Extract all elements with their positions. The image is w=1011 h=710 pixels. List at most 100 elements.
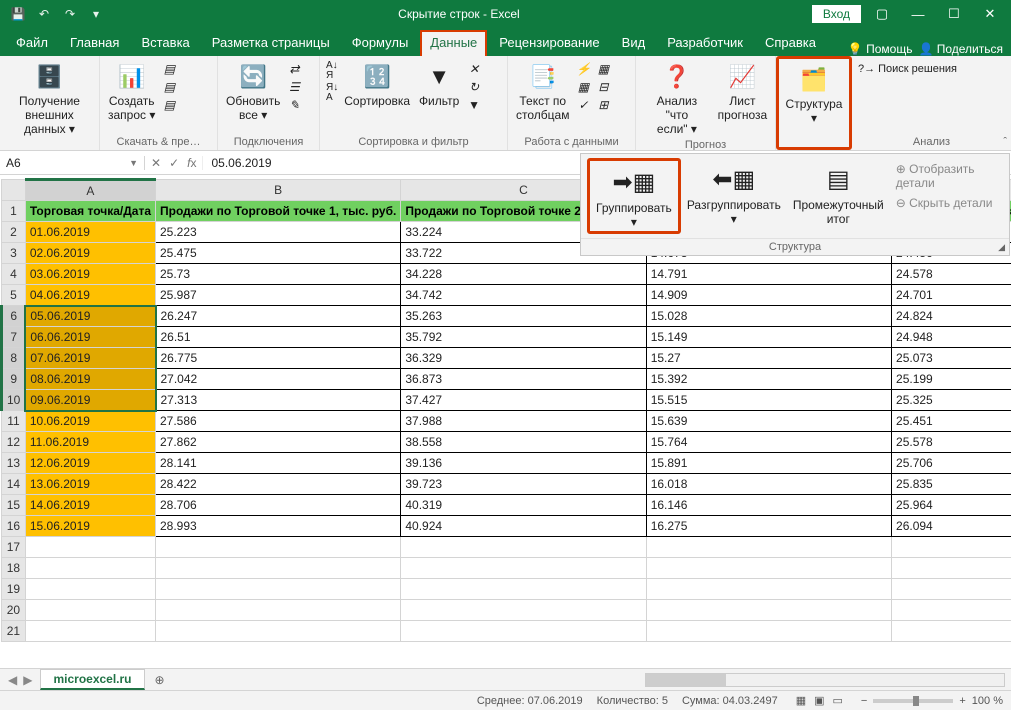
save-icon[interactable]: 💾 <box>8 7 28 21</box>
cell[interactable]: 16.275 <box>646 516 891 537</box>
tab-layout[interactable]: Разметка страницы <box>202 30 340 56</box>
cell[interactable]: 13.06.2019 <box>25 474 155 495</box>
row-header[interactable]: 9 <box>2 369 26 390</box>
cell[interactable]: 01.06.2019 <box>25 222 155 243</box>
cell[interactable]: 24.701 <box>892 285 1011 306</box>
row-header[interactable]: 3 <box>2 243 26 264</box>
row-header[interactable]: 10 <box>2 390 26 411</box>
sort-asc-button[interactable]: A↓ Я <box>326 61 338 81</box>
zoom-control[interactable]: −+100 % <box>861 695 1003 707</box>
show-detail-button[interactable]: ⊕ Отобразить детали <box>896 162 997 190</box>
cell[interactable] <box>646 558 891 579</box>
cell[interactable]: 28.141 <box>156 453 401 474</box>
hide-detail-button[interactable]: ⊖ Скрыть детали <box>896 196 997 210</box>
row-header[interactable]: 15 <box>2 495 26 516</box>
cell[interactable]: 15.27 <box>646 348 891 369</box>
chevron-down-icon[interactable]: ▼ <box>129 158 138 168</box>
cell[interactable]: 06.06.2019 <box>25 327 155 348</box>
cell[interactable]: 15.891 <box>646 453 891 474</box>
cell[interactable] <box>892 600 1011 621</box>
add-sheet-button[interactable]: ⊕ <box>145 673 175 687</box>
row-header[interactable]: 20 <box>2 600 26 621</box>
cell[interactable]: 27.042 <box>156 369 401 390</box>
manage-data-model-button[interactable]: ⊞ <box>595 97 611 113</box>
cell[interactable]: 14.791 <box>646 264 891 285</box>
sort-button[interactable]: 🔢Сортировка <box>340 59 414 111</box>
remove-duplicates-button[interactable]: ▦ <box>575 79 591 95</box>
sheet-tab-active[interactable]: microexcel.ru <box>40 669 144 690</box>
cell[interactable]: 15.764 <box>646 432 891 453</box>
cell[interactable] <box>646 537 891 558</box>
cell[interactable]: 24.824 <box>892 306 1011 327</box>
cell[interactable]: 27.862 <box>156 432 401 453</box>
row-header[interactable]: 4 <box>2 264 26 285</box>
page-break-view-icon[interactable]: ▭ <box>829 695 847 707</box>
login-button[interactable]: Вход <box>812 5 861 23</box>
cell[interactable] <box>401 579 646 600</box>
consolidate-button[interactable]: ▦ <box>595 61 611 77</box>
refresh-all-button[interactable]: 🔄Обновить все ▾ <box>222 59 284 125</box>
cell[interactable]: 03.06.2019 <box>25 264 155 285</box>
cell[interactable]: 26.247 <box>156 306 401 327</box>
cell[interactable]: 39.136 <box>401 453 646 474</box>
cell[interactable] <box>892 621 1011 642</box>
row-header[interactable]: 2 <box>2 222 26 243</box>
horizontal-scrollbar[interactable] <box>175 673 1011 687</box>
share-button[interactable]: 👤 Поделиться <box>918 42 1003 56</box>
sort-desc-button[interactable]: Я↓ A <box>326 83 338 103</box>
sheet-nav-prev-icon[interactable]: ◀ <box>8 673 17 687</box>
cell[interactable] <box>156 621 401 642</box>
properties-button[interactable]: ☰ <box>286 79 302 95</box>
cell[interactable]: 25.964 <box>892 495 1011 516</box>
cell[interactable]: 15.06.2019 <box>25 516 155 537</box>
cell[interactable]: 04.06.2019 <box>25 285 155 306</box>
row-header[interactable]: 11 <box>2 411 26 432</box>
ribbon-display-icon[interactable]: ▢ <box>867 6 897 22</box>
cell[interactable] <box>892 558 1011 579</box>
cell[interactable]: 26.51 <box>156 327 401 348</box>
cell[interactable]: 25.199 <box>892 369 1011 390</box>
row-header[interactable]: 12 <box>2 432 26 453</box>
cell[interactable]: 26.094 <box>892 516 1011 537</box>
connections-button[interactable]: ⇄ <box>286 61 302 77</box>
row-header[interactable]: 13 <box>2 453 26 474</box>
cell[interactable] <box>646 579 891 600</box>
cell[interactable]: 34.742 <box>401 285 646 306</box>
solver-button[interactable]: ?→ Поиск решения <box>858 63 957 75</box>
cell[interactable]: 38.558 <box>401 432 646 453</box>
tell-me[interactable]: 💡 Помощь <box>848 42 913 56</box>
redo-icon[interactable]: ↷ <box>60 7 80 21</box>
row-header[interactable]: 21 <box>2 621 26 642</box>
cell[interactable]: 25.835 <box>892 474 1011 495</box>
data-validation-button[interactable]: ✓ <box>575 97 591 113</box>
row-header[interactable]: 7 <box>2 327 26 348</box>
forecast-sheet-button[interactable]: 📈Лист прогноза <box>714 59 771 125</box>
cell[interactable] <box>156 558 401 579</box>
cell[interactable]: 16.018 <box>646 474 891 495</box>
cell[interactable] <box>401 621 646 642</box>
row-header[interactable]: 6 <box>2 306 26 327</box>
cell[interactable]: 15.149 <box>646 327 891 348</box>
flash-fill-button[interactable]: ⚡ <box>575 61 591 77</box>
fx-icon[interactable]: fx <box>187 156 196 170</box>
cell[interactable]: 15.515 <box>646 390 891 411</box>
tab-data[interactable]: Данные <box>420 30 487 56</box>
cell[interactable] <box>646 600 891 621</box>
cell[interactable] <box>25 600 155 621</box>
sheet-nav-next-icon[interactable]: ▶ <box>23 673 32 687</box>
dialog-launcher-icon[interactable]: ◢ <box>998 242 1005 253</box>
zoom-out-icon[interactable]: − <box>861 695 867 707</box>
cell[interactable]: 39.723 <box>401 474 646 495</box>
advanced-filter-button[interactable]: ▼ <box>466 97 482 113</box>
cell[interactable]: 15.028 <box>646 306 891 327</box>
cancel-formula-icon[interactable]: ✕ <box>151 156 161 170</box>
cell[interactable]: 25.073 <box>892 348 1011 369</box>
close-icon[interactable]: ✕ <box>975 6 1005 22</box>
row-header[interactable]: 5 <box>2 285 26 306</box>
tab-insert[interactable]: Вставка <box>131 30 199 56</box>
row-header[interactable]: 16 <box>2 516 26 537</box>
cell[interactable]: 09.06.2019 <box>25 390 155 411</box>
undo-icon[interactable]: ↶ <box>34 7 54 21</box>
zoom-level[interactable]: 100 % <box>972 695 1003 707</box>
select-all-corner[interactable] <box>2 180 26 201</box>
